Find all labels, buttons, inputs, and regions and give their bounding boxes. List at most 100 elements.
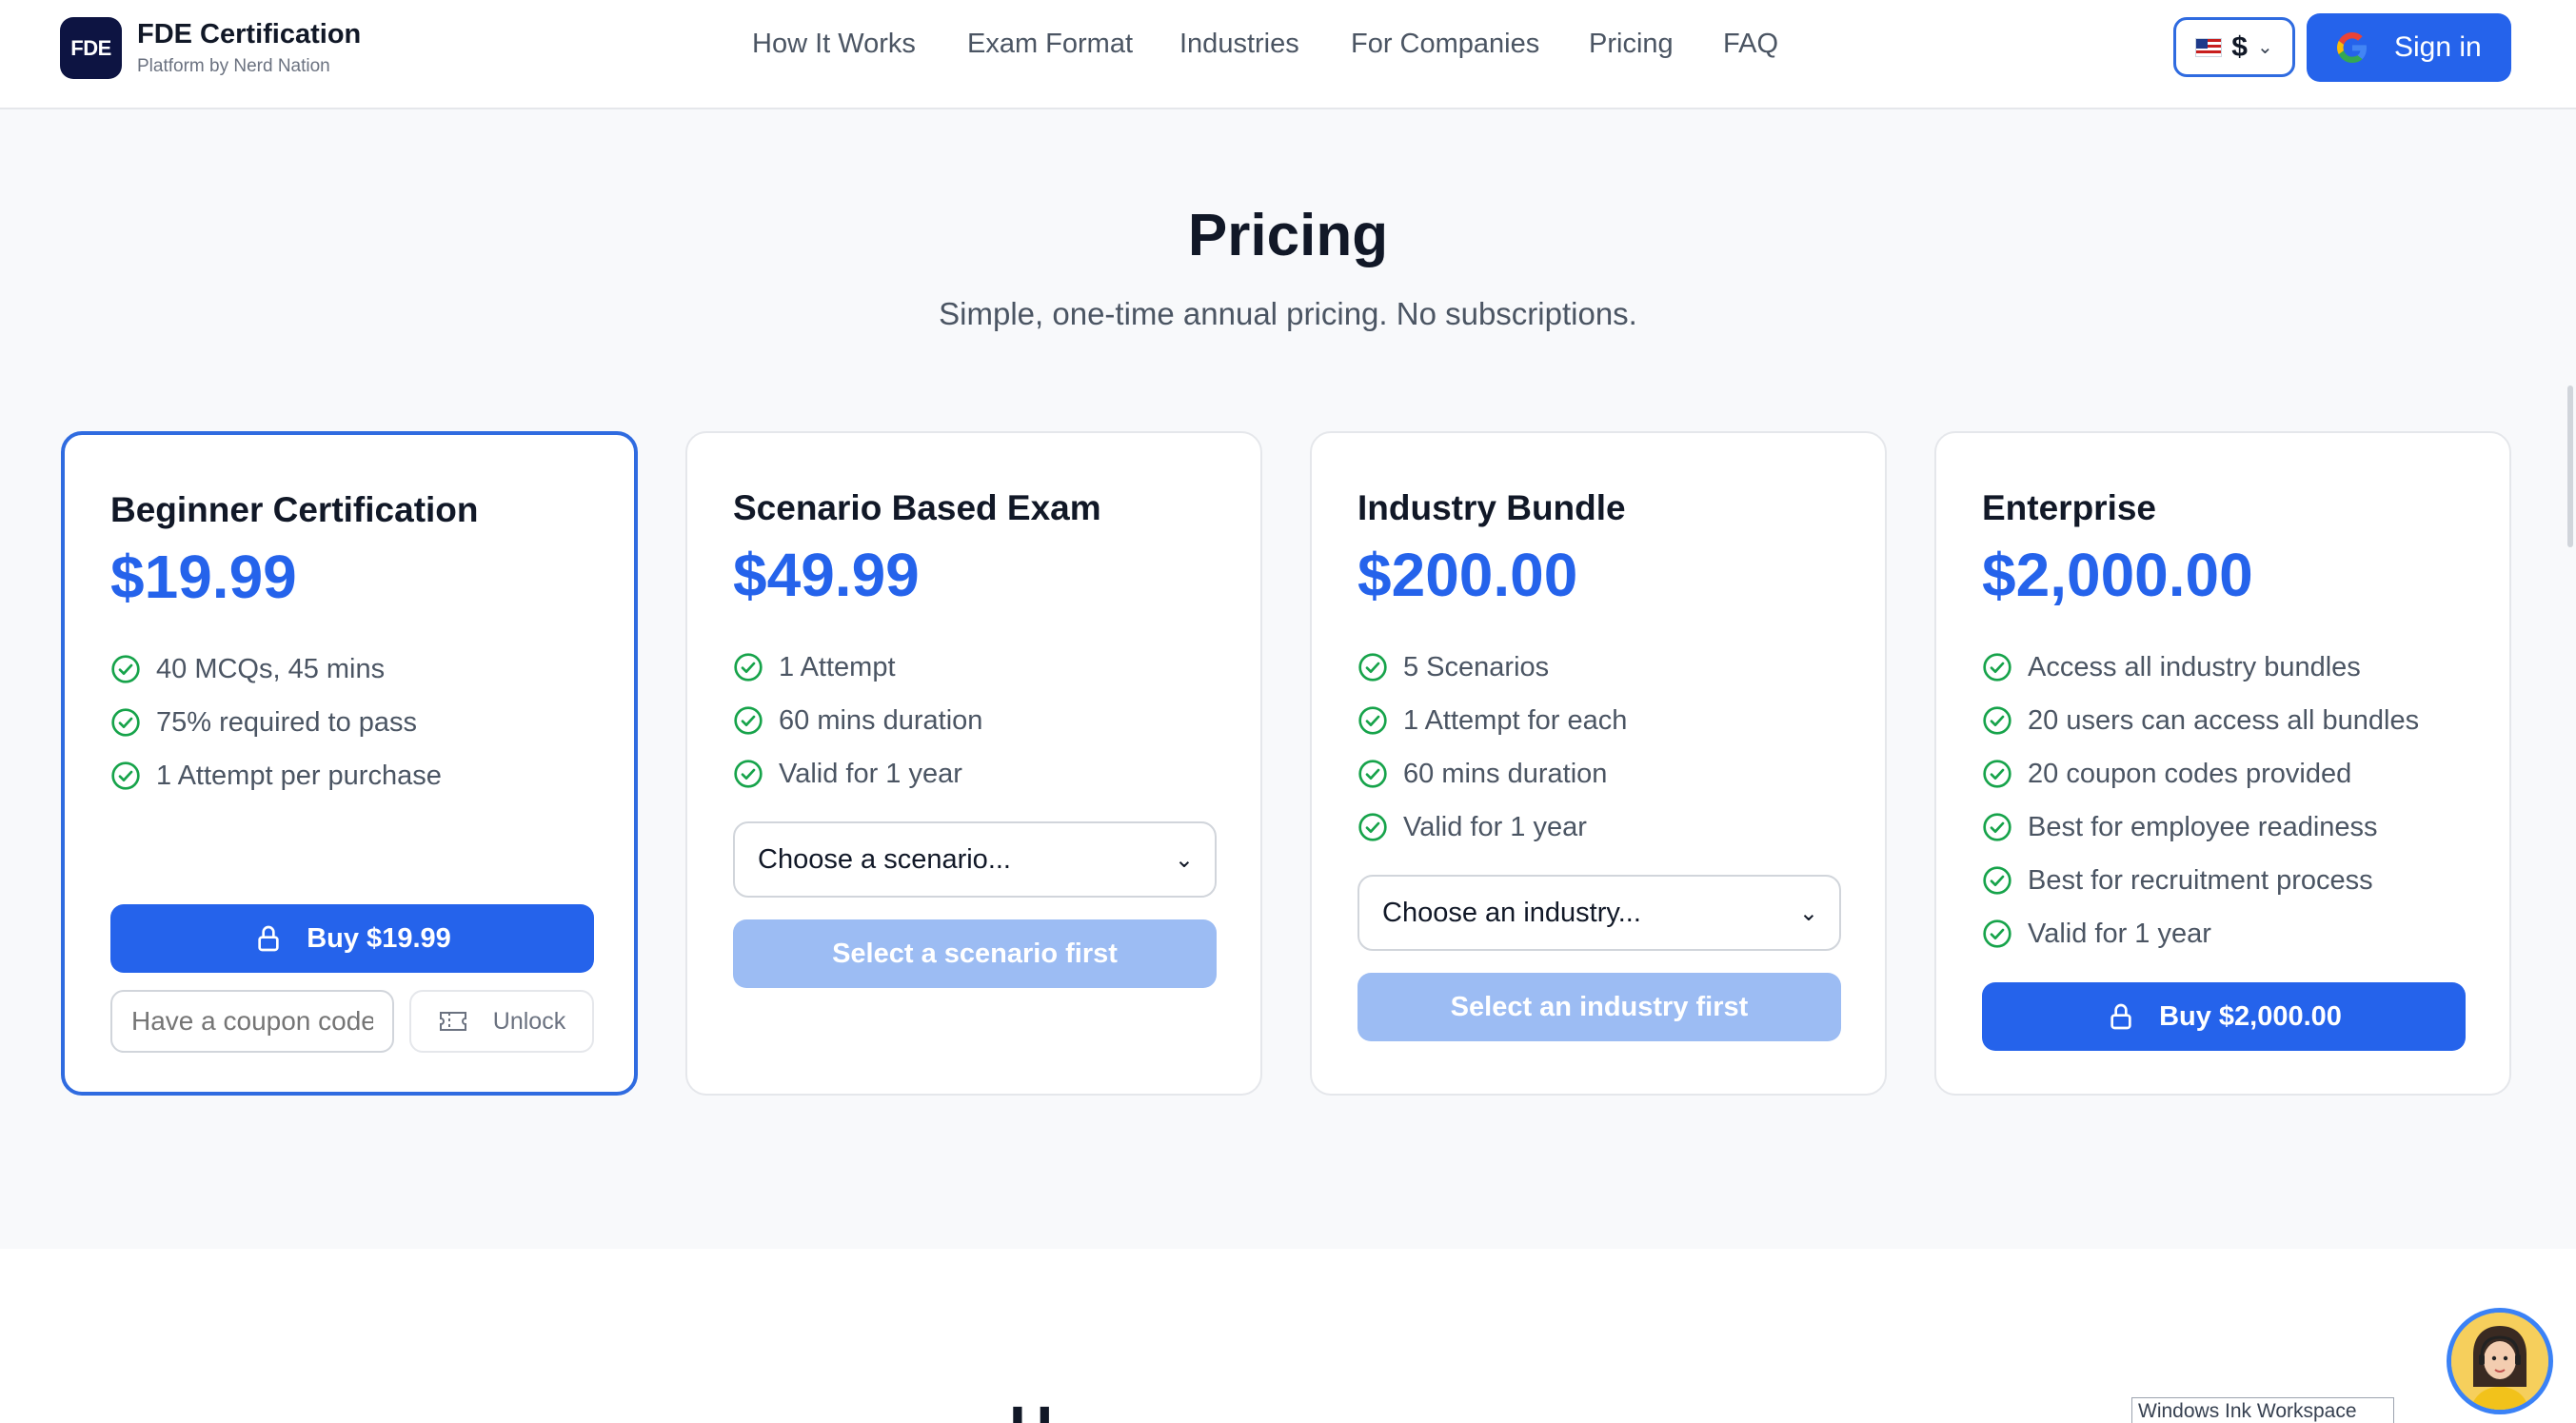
check-circle-icon [1983,706,2011,735]
feature-item: Access all industry bundles [1982,641,2419,694]
nav-faq[interactable]: FAQ [1723,29,1778,60]
feature-item: 75% required to pass [110,696,442,749]
feature-item: Best for recruitment process [1982,854,2419,907]
nav-for-companies[interactable]: For Companies [1351,29,1539,60]
windows-ink-tooltip: Windows Ink Workspace [2131,1397,2394,1423]
sign-in-button[interactable]: Sign in [2307,13,2511,82]
feature-text: 1 Attempt for each [1403,704,1628,736]
feature-item: 20 users can access all bundles [1982,694,2419,747]
unlock-label: Unlock [492,1007,566,1035]
check-circle-icon [111,761,140,790]
check-circle-icon [734,760,763,788]
lock-icon [258,925,279,952]
feature-item: Valid for 1 year [1982,907,2419,960]
check-circle-icon [111,708,140,737]
feature-text: Valid for 1 year [2028,918,2211,949]
chevron-down-icon: ⌄ [1798,899,1818,926]
unlock-button[interactable]: Unlock [409,990,594,1053]
plan-price: $2,000.00 [1982,541,2253,609]
feature-item: 60 mins duration [733,694,982,747]
plan-price: $19.99 [110,543,297,611]
chevron-down-icon: ⌄ [2256,37,2273,58]
plan-card-enterprise: Enterprise $2,000.00 Access all industry… [1934,431,2511,1096]
feature-list: Access all industry bundles 20 users can… [1982,641,2419,960]
industry-select-value: Choose an industry... [1382,897,1641,928]
plan-name: Scenario Based Exam [733,488,1101,527]
nav-pricing[interactable]: Pricing [1589,29,1674,60]
plan-name: Industry Bundle [1357,488,1626,527]
feature-item: 1 Attempt per purchase [110,749,442,802]
feature-text: Best for recruitment process [2028,864,2373,896]
us-flag-icon [2195,37,2223,57]
plan-card-scenario: Scenario Based Exam $49.99 1 Attempt 60 … [685,431,1262,1096]
select-industry-first-button[interactable]: Select an industry first [1357,973,1841,1041]
plan-price: $200.00 [1357,541,1578,609]
check-circle-icon [1358,813,1387,841]
site-header: FDE FDE Certification Platform by Nerd N… [0,0,2576,109]
check-circle-icon [1983,813,2011,841]
chevron-down-icon: ⌄ [1174,846,1194,873]
feature-item: Valid for 1 year [1357,800,1627,854]
feature-item: 1 Attempt [733,641,982,694]
check-circle-icon [1983,919,2011,948]
feature-list: 40 MCQs, 45 mins 75% required to pass 1 … [110,642,442,802]
feature-list: 5 Scenarios 1 Attempt for each 60 mins d… [1357,641,1627,854]
assistant-avatar-icon [2451,1313,2548,1410]
scenario-select[interactable]: Choose a scenario... ⌄ [733,821,1217,898]
brand-subtitle: Platform by Nerd Nation [137,56,330,76]
industry-select[interactable]: Choose an industry... ⌄ [1357,875,1841,951]
check-circle-icon [1983,760,2011,788]
currency-selector[interactable]: $ ⌄ [2173,17,2295,77]
buy-label: Buy $19.99 [307,922,451,954]
google-icon [2337,32,2367,63]
feature-text: 5 Scenarios [1403,651,1550,682]
next-section-heading: H [1009,1397,1085,1423]
feature-item: 1 Attempt for each [1357,694,1627,747]
feature-text: 75% required to pass [156,706,418,738]
coupon-code-input[interactable] [110,990,394,1053]
scenario-select-value: Choose a scenario... [758,843,1011,875]
page-scrollbar-thumb[interactable] [2567,385,2573,547]
ticket-icon [439,1012,466,1031]
plan-card-beginner: Beginner Certification $19.99 40 MCQs, 4… [61,431,638,1096]
fde-logo[interactable]: FDE [60,17,122,79]
feature-item: Best for employee readiness [1982,800,2419,854]
select-scenario-first-button[interactable]: Select a scenario first [733,919,1217,988]
nav-industries[interactable]: Industries [1179,29,1299,60]
pricing-subtitle: Simple, one-time annual pricing. No subs… [939,296,1637,331]
check-circle-icon [734,706,763,735]
nav-exam-format[interactable]: Exam Format [967,29,1133,60]
feature-text: Valid for 1 year [779,758,962,789]
buy-label: Buy $2,000.00 [2159,1000,2342,1032]
assistant-avatar-button[interactable] [2447,1308,2553,1414]
sign-in-label: Sign in [2394,31,2482,63]
plan-price: $49.99 [733,541,920,609]
buy-enterprise-button[interactable]: Buy $2,000.00 [1982,982,2466,1051]
feature-item: 5 Scenarios [1357,641,1627,694]
check-circle-icon [1983,866,2011,895]
feature-item: 40 MCQs, 45 mins [110,642,442,696]
feature-text: 20 users can access all bundles [2028,704,2420,736]
feature-text: 40 MCQs, 45 mins [156,653,386,684]
brand-title[interactable]: FDE Certification [137,19,361,50]
button-label: Select an industry first [1450,991,1749,1022]
logo-text: FDE [70,35,111,60]
plan-name: Beginner Certification [110,490,479,529]
feature-text: 1 Attempt [779,651,896,682]
feature-text: 60 mins duration [779,704,983,736]
feature-item: 20 coupon codes provided [1982,747,2419,800]
pricing-title: Pricing [1187,203,1389,268]
check-circle-icon [1358,760,1387,788]
feature-text: 60 mins duration [1403,758,1608,789]
feature-text: Best for employee readiness [2028,811,2378,842]
lock-icon [2110,1003,2131,1030]
buy-beginner-button[interactable]: Buy $19.99 [110,904,594,973]
nav-how-it-works[interactable]: How It Works [752,29,916,60]
feature-item: 60 mins duration [1357,747,1627,800]
feature-text: Access all industry bundles [2028,651,2361,682]
feature-item: Valid for 1 year [733,747,982,800]
feature-text: Valid for 1 year [1403,811,1587,842]
feature-text: 20 coupon codes provided [2028,758,2352,789]
check-circle-icon [1983,653,2011,682]
feature-list: 1 Attempt 60 mins duration Valid for 1 y… [733,641,982,800]
